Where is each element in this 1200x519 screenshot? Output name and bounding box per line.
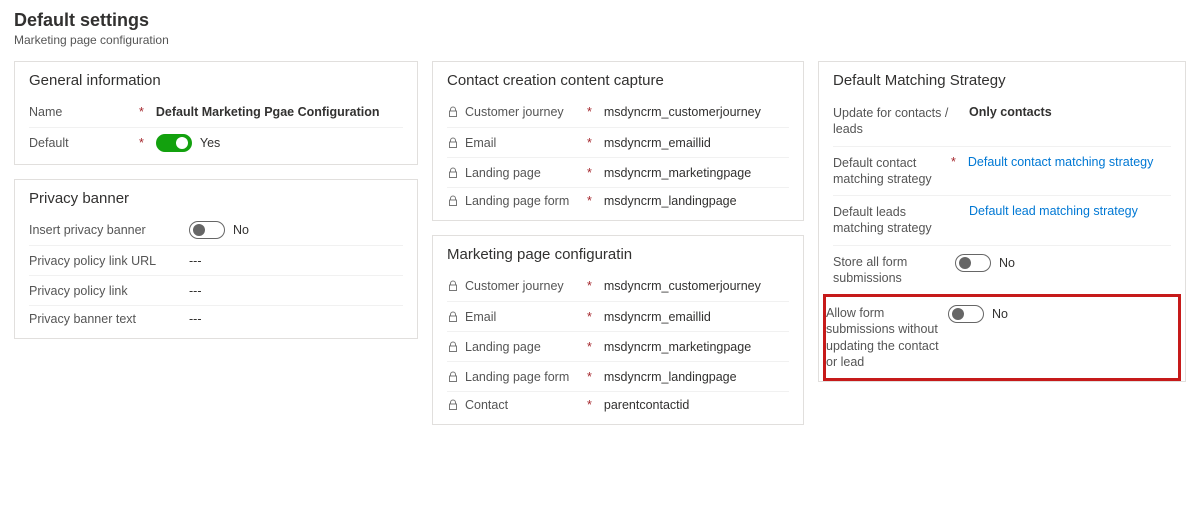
marketing-config-card: Marketing page configuratin Customer jou… xyxy=(432,235,804,425)
default-leads-row: Default leads matching strategy Default … xyxy=(833,195,1171,245)
config-label: Customer journey xyxy=(465,279,564,293)
lock-icon xyxy=(447,371,459,383)
lock-icon xyxy=(447,399,459,411)
privacy-url-value[interactable]: --- xyxy=(189,254,202,268)
config-row: Customer journey * msdyncrm_customerjour… xyxy=(447,271,789,301)
capture-row: Customer journey * msdyncrm_customerjour… xyxy=(447,97,789,127)
name-row: Name * Default Marketing Pgae Configurat… xyxy=(29,97,403,127)
privacy-title: Privacy banner xyxy=(29,190,403,207)
lock-icon xyxy=(447,137,459,149)
privacy-text-label: Privacy banner text xyxy=(29,312,136,326)
capture-value[interactable]: msdyncrm_emaillid xyxy=(604,136,711,150)
required-indicator: * xyxy=(587,340,592,354)
store-all-toggle[interactable]: No xyxy=(955,254,1015,272)
allow-form-row: Allow form submissions without updating … xyxy=(823,294,1181,381)
general-title: General information xyxy=(29,72,403,89)
capture-label: Email xyxy=(465,136,496,150)
default-contact-label: Default contact matching strategy xyxy=(833,155,951,188)
matching-strategy-card: Default Matching Strategy Update for con… xyxy=(818,61,1186,382)
config-label: Contact xyxy=(465,398,508,412)
page-subtitle: Marketing page configuration xyxy=(14,33,1186,47)
allow-form-label: Allow form submissions without updating … xyxy=(826,305,944,370)
required-indicator: * xyxy=(587,398,592,412)
update-for-label: Update for contacts / leads xyxy=(833,105,951,138)
privacy-link-value[interactable]: --- xyxy=(189,284,202,298)
capture-title: Contact creation content capture xyxy=(447,72,789,89)
required-indicator: * xyxy=(587,105,592,119)
required-indicator: * xyxy=(587,310,592,324)
default-leads-value[interactable]: Default lead matching strategy xyxy=(969,204,1138,218)
update-for-row: Update for contacts / leads Only contact… xyxy=(833,97,1171,146)
privacy-banner-card: Privacy banner Insert privacy banner No … xyxy=(14,179,418,339)
config-row: Email * msdyncrm_emaillid xyxy=(447,301,789,331)
contact-capture-card: Contact creation content capture Custome… xyxy=(432,61,804,221)
lock-icon xyxy=(447,167,459,179)
privacy-text-value[interactable]: --- xyxy=(189,312,202,326)
privacy-url-label: Privacy policy link URL xyxy=(29,254,156,268)
allow-form-toggle[interactable]: No xyxy=(948,305,1008,323)
required-indicator: * xyxy=(587,136,592,150)
lock-icon xyxy=(447,341,459,353)
required-indicator: * xyxy=(587,166,592,180)
privacy-url-row: Privacy policy link URL --- xyxy=(29,245,403,275)
capture-row: Landing page * msdyncrm_marketingpage xyxy=(447,157,789,187)
name-value[interactable]: Default Marketing Pgae Configuration xyxy=(156,105,380,119)
store-all-row: Store all form submissions No xyxy=(833,245,1171,295)
required-indicator: * xyxy=(587,370,592,384)
config-label: Email xyxy=(465,310,496,324)
config-row: Landing page * msdyncrm_marketingpage xyxy=(447,331,789,361)
capture-row: Email * msdyncrm_emaillid xyxy=(447,127,789,157)
general-information-card: General information Name * Default Marke… xyxy=(14,61,418,165)
capture-label: Landing page xyxy=(465,166,541,180)
required-indicator: * xyxy=(951,155,956,169)
name-label: Name xyxy=(29,105,62,119)
required-indicator: * xyxy=(139,105,144,119)
insert-privacy-row: Insert privacy banner No xyxy=(29,215,403,245)
capture-value[interactable]: msdyncrm_marketingpage xyxy=(604,166,751,180)
lock-icon xyxy=(447,311,459,323)
config-value[interactable]: msdyncrm_marketingpage xyxy=(604,340,751,354)
config-value[interactable]: msdyncrm_emaillid xyxy=(604,310,711,324)
config-row: Contact * parentcontactid xyxy=(447,391,789,424)
config-title: Marketing page configuratin xyxy=(447,246,789,263)
update-for-value[interactable]: Only contacts xyxy=(969,105,1052,119)
lock-icon xyxy=(447,106,459,118)
default-contact-row: Default contact matching strategy * Defa… xyxy=(833,146,1171,196)
default-leads-label: Default leads matching strategy xyxy=(833,204,951,237)
capture-value[interactable]: msdyncrm_customerjourney xyxy=(604,105,761,119)
default-toggle[interactable]: Yes xyxy=(156,134,220,152)
capture-row: Landing page form * msdyncrm_landingpage xyxy=(447,187,789,220)
privacy-text-row: Privacy banner text --- xyxy=(29,305,403,338)
matching-title: Default Matching Strategy xyxy=(833,72,1171,89)
config-row: Landing page form * msdyncrm_landingpage xyxy=(447,361,789,391)
lock-icon xyxy=(447,280,459,292)
insert-privacy-label: Insert privacy banner xyxy=(29,223,146,237)
capture-value[interactable]: msdyncrm_landingpage xyxy=(604,194,737,208)
privacy-link-label: Privacy policy link xyxy=(29,284,128,298)
config-label: Landing page form xyxy=(465,370,569,384)
config-value[interactable]: msdyncrm_landingpage xyxy=(604,370,737,384)
page-title: Default settings xyxy=(14,10,1186,31)
config-value[interactable]: parentcontactid xyxy=(604,398,689,412)
capture-label: Customer journey xyxy=(465,105,564,119)
config-label: Landing page xyxy=(465,340,541,354)
default-label: Default xyxy=(29,136,69,150)
insert-privacy-toggle[interactable]: No xyxy=(189,221,249,239)
config-value[interactable]: msdyncrm_customerjourney xyxy=(604,279,761,293)
required-indicator: * xyxy=(587,279,592,293)
required-indicator: * xyxy=(587,194,592,208)
lock-icon xyxy=(447,195,459,207)
privacy-link-row: Privacy policy link --- xyxy=(29,275,403,305)
store-all-label: Store all form submissions xyxy=(833,254,951,287)
default-row: Default * Yes xyxy=(29,127,403,164)
capture-label: Landing page form xyxy=(465,194,569,208)
default-contact-value[interactable]: Default contact matching strategy xyxy=(968,155,1154,169)
required-indicator: * xyxy=(139,136,144,150)
